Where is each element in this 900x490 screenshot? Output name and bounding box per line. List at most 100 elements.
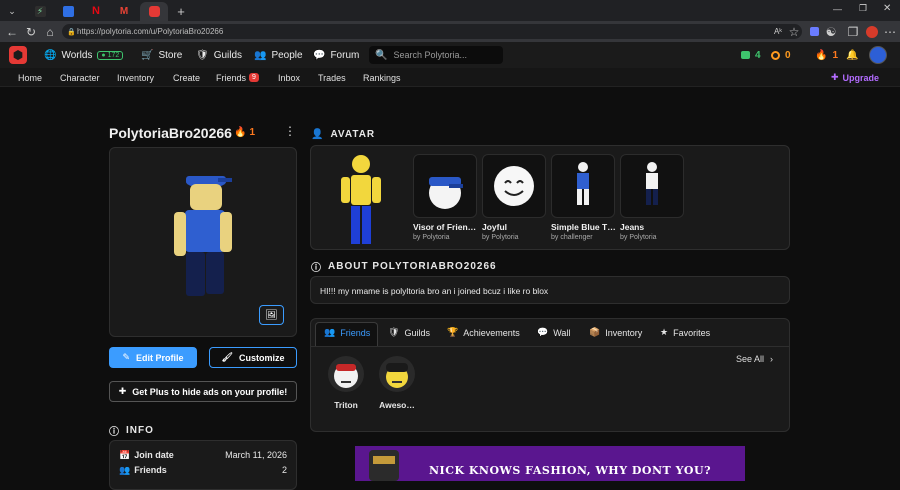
- customize-button[interactable]: 🖌 Customize: [209, 347, 297, 368]
- tab-favorites[interactable]: ★ Favorites: [660, 319, 710, 346]
- tab-2[interactable]: [56, 3, 80, 19]
- bricks-currency[interactable]: 4: [741, 42, 761, 68]
- ad-text: NICK KNOWS FASHION, WHY DONT YOU?: [429, 464, 712, 477]
- chat-icon: 💬: [313, 49, 326, 61]
- info-title: INFO: [126, 425, 154, 436]
- subnav-trades[interactable]: Trades: [318, 68, 346, 87]
- polytoria-logo[interactable]: ⬢: [9, 46, 27, 64]
- subnav-rankings[interactable]: Rankings: [363, 68, 401, 87]
- gmail-icon: M: [119, 5, 129, 17]
- item-by-visor: by Polytoria: [413, 234, 450, 241]
- subnav-inbox[interactable]: Inbox: [278, 68, 300, 87]
- read-aloud-icon[interactable]: Aᵏ: [770, 24, 786, 39]
- profile-avatar[interactable]: [864, 24, 880, 39]
- avatar-card: Visor of Frien… by Polytoria Joyful by P…: [310, 145, 790, 250]
- upgrade-label: Upgrade: [842, 72, 880, 83]
- browser-essentials-icon[interactable]: ☯: [823, 24, 839, 39]
- tab-4[interactable]: M: [112, 3, 136, 19]
- back-icon[interactable]: ←: [4, 24, 20, 39]
- tab-list-button[interactable]: ⌄: [4, 3, 20, 19]
- item-tile-joyful[interactable]: [482, 154, 546, 218]
- upgrade-link[interactable]: ✚ Upgrade: [831, 68, 879, 87]
- see-all-label: See All: [736, 354, 765, 364]
- about-card: HI!!! my nmame is polyltoria bro an i jo…: [310, 276, 790, 304]
- friends-count-text: Friends: [134, 465, 167, 475]
- people-icon: 👥: [254, 49, 267, 61]
- shield-icon: 🛡: [196, 49, 209, 61]
- friend-avatar-aweso: [379, 356, 415, 392]
- subnav-home[interactable]: Home: [18, 68, 42, 87]
- ad-banner[interactable]: NICK KNOWS FASHION, WHY DONT YOU?: [355, 446, 745, 481]
- notifications-button[interactable]: 🔔: [846, 42, 858, 68]
- stars-currency[interactable]: 0: [771, 42, 791, 68]
- nav-store[interactable]: 🛒 Store: [141, 42, 182, 68]
- bell-icon: 🔔: [846, 49, 859, 61]
- bricks-icon: [741, 51, 750, 59]
- ad-character-image: [369, 450, 399, 481]
- close-window-icon[interactable]: ✕: [883, 3, 891, 14]
- get-plus-button[interactable]: ✚ Get Plus to hide ads on your profile!: [109, 381, 297, 402]
- search-box[interactable]: 🔍 Search Polytoria...: [369, 46, 503, 64]
- tab-guilds[interactable]: 🛡 Guilds: [388, 319, 430, 346]
- info-icon: ⓘ: [311, 263, 322, 274]
- globe-icon: 🌐: [44, 49, 57, 61]
- user-avatar[interactable]: [869, 46, 887, 64]
- collections-icon[interactable]: ❐: [845, 24, 861, 39]
- join-date-value: March 11, 2026: [225, 450, 287, 460]
- info-heading: ⓘ INFO: [109, 423, 154, 438]
- jeans-thumbnail: [646, 162, 658, 205]
- item-tile-jeans[interactable]: [620, 154, 684, 218]
- flame-icon: 🔥: [815, 49, 828, 61]
- nav-guilds[interactable]: 🛡 Guilds: [196, 42, 242, 68]
- subnav-inventory[interactable]: Inventory: [117, 68, 154, 87]
- item-name-visor[interactable]: Visor of Frien…: [413, 222, 479, 232]
- stars-count: 0: [785, 49, 791, 61]
- favorite-star-icon[interactable]: ☆: [786, 24, 802, 39]
- friends-request-badge: 9: [249, 73, 259, 82]
- friend-card-aweso[interactable]: Aweso…: [378, 355, 416, 410]
- home-icon[interactable]: ⌂: [42, 24, 58, 39]
- restore-icon[interactable]: ❐: [859, 3, 867, 14]
- tab-wall[interactable]: 💬 Wall: [537, 319, 570, 346]
- nav-people[interactable]: 👥 People: [254, 42, 303, 68]
- item-tile-shirt[interactable]: [551, 154, 615, 218]
- item-name-shirt[interactable]: Simple Blue T…: [551, 222, 617, 232]
- profile-more-icon[interactable]: ⋮: [284, 124, 296, 138]
- info-card: 📅 Join date March 11, 2026 👥 Friends 2: [109, 440, 297, 490]
- nav-forum[interactable]: 💬 Forum: [313, 42, 359, 68]
- url-field[interactable]: 🔒 https://polytoria.com/u/PolytoriaBro20…: [62, 24, 802, 39]
- tab-5-active[interactable]: [140, 2, 168, 21]
- tab-inventory[interactable]: 📦 Inventory: [589, 319, 642, 346]
- tab-achievements[interactable]: 🏆 Achievements: [447, 319, 520, 346]
- new-tab-button[interactable]: +: [172, 3, 190, 19]
- subnav-friends[interactable]: Friends 9: [216, 68, 259, 87]
- site-sub-nav: Home Character Inventory Create Friends …: [0, 68, 900, 87]
- friend-name-aweso: Aweso…: [379, 400, 415, 410]
- extension-icon[interactable]: [806, 24, 822, 39]
- avatar-heading: 👤 AVATAR: [311, 129, 375, 140]
- trophy-icon: 🏆: [447, 327, 459, 337]
- edit-profile-button[interactable]: ✎ Edit Profile: [109, 347, 197, 368]
- item-tile-visor[interactable]: [413, 154, 477, 218]
- polytoria-icon: [148, 6, 160, 17]
- friends-count-label: 👥 Friends: [119, 465, 167, 476]
- user-icon: ●: [101, 51, 106, 59]
- subnav-create[interactable]: Create: [173, 68, 200, 87]
- screenshot-button[interactable]: 🖼: [259, 305, 284, 325]
- see-all-link[interactable]: See All ›: [736, 354, 773, 364]
- avatar-viewer[interactable]: 🖼: [109, 147, 297, 337]
- refresh-icon[interactable]: ↻: [23, 24, 39, 39]
- item-name-joyful[interactable]: Joyful: [482, 222, 548, 232]
- friend-card-triton[interactable]: Triton: [327, 355, 365, 410]
- tab-1[interactable]: ⚡: [28, 3, 52, 19]
- streak-counter[interactable]: 🔥 1: [815, 42, 838, 68]
- coin-icon: [771, 50, 780, 60]
- more-options-icon[interactable]: ⋯: [882, 24, 898, 39]
- item-name-jeans[interactable]: Jeans: [620, 222, 686, 232]
- nav-worlds[interactable]: 🌐 Worlds ● 172: [44, 42, 124, 68]
- tab-3[interactable]: N: [84, 3, 108, 19]
- minimize-icon[interactable]: —: [833, 4, 842, 14]
- subnav-character[interactable]: Character: [60, 68, 100, 87]
- item-by-shirt: by challenger: [551, 234, 593, 241]
- tab-friends[interactable]: 👥 Friends: [324, 319, 370, 346]
